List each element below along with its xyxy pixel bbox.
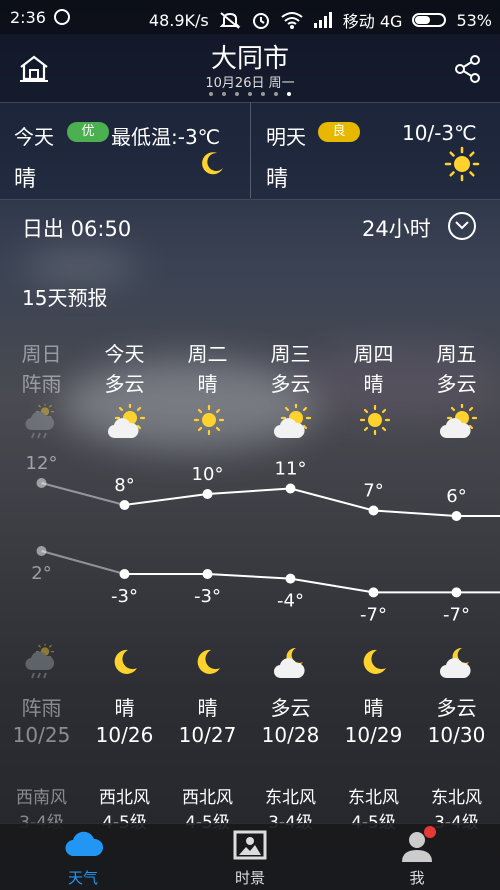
wind-direction: 东北风 — [431, 788, 482, 808]
tab-bar: 天气 时景 我 — [0, 823, 500, 890]
hourly-toggle-label[interactable]: 24小时 — [362, 213, 431, 243]
night-condition: 晴 — [363, 696, 384, 720]
header: 大同市 10月26日 周一 — [0, 34, 500, 102]
tomorrow-aqi-badge: 良 — [318, 122, 360, 142]
day-name: 周二 — [187, 342, 228, 366]
moon-icon — [189, 644, 227, 682]
today-label: 今天 — [14, 125, 54, 149]
forecast-date: 10/29 — [344, 723, 403, 747]
page-dot — [261, 92, 265, 96]
forecast-day-column[interactable]: 周三多云多云10/28东北风3-4级 — [249, 318, 332, 833]
page-dot — [274, 92, 278, 96]
day-condition: 多云 — [270, 372, 311, 396]
forecast-title: 15天预报 — [22, 286, 108, 310]
tab-weather-label: 天气 — [67, 869, 98, 887]
date-label: 10月26日 周一 — [205, 76, 295, 91]
forecast-day-column[interactable]: 周五多云多云10/30东北风3-4级 — [415, 318, 498, 833]
moon-icon — [106, 644, 144, 682]
picture-icon — [233, 830, 267, 860]
rain-icon — [23, 404, 61, 442]
forecast-date: 10/30 — [427, 723, 486, 747]
night-condition: 多云 — [270, 696, 311, 720]
carrier-label: 移动 4G — [342, 12, 403, 31]
day-name: 周四 — [353, 342, 394, 366]
wind-direction: 东北风 — [348, 788, 399, 808]
page-dot — [222, 92, 226, 96]
share-icon[interactable] — [454, 54, 482, 84]
forecast-date: 10/26 — [95, 723, 154, 747]
mute-icon — [219, 12, 241, 29]
chevron-down-icon[interactable] — [448, 212, 476, 240]
alarm-icon — [252, 13, 269, 29]
status-bar: 2:36 48.9K/s 移动 4G 53% — [0, 0, 500, 34]
forecast-date: 10/27 — [178, 723, 237, 747]
tomorrow-label: 明天 — [266, 125, 306, 149]
battery-level — [415, 16, 431, 24]
day-name: 周日 — [21, 342, 62, 366]
battery-percent: 53% — [456, 10, 492, 30]
sun-icon — [189, 404, 227, 442]
page-dot — [287, 92, 291, 96]
forecast-date: 10/28 — [261, 723, 320, 747]
cloud-sun-icon — [272, 404, 312, 442]
cloud-sun-icon — [438, 404, 478, 442]
tomorrow-temp: 10/-3℃ — [402, 121, 477, 145]
tomorrow-condition: 晴 — [266, 167, 289, 192]
wind-direction: 西北风 — [182, 788, 233, 808]
status-time: 2:36 — [10, 8, 46, 27]
day-condition: 多云 — [436, 372, 477, 396]
rain-icon — [23, 644, 61, 682]
city-title: 大同市 — [210, 44, 289, 74]
cloud-moon-icon — [272, 644, 310, 682]
moon-icon — [355, 644, 393, 682]
cloud-moon-icon — [438, 644, 476, 682]
sunrise-time: 日出 06:50 — [22, 217, 132, 241]
forecast-day-column[interactable]: 周二晴晴10/27西北风4-5级 — [166, 318, 249, 833]
status-right: 48.9K/s 移动 4G 53% — [149, 8, 492, 32]
tab-me-label: 我 — [409, 869, 425, 887]
day-condition: 晴 — [363, 372, 384, 396]
signal-icon — [313, 12, 332, 28]
tab-me[interactable]: 我 — [334, 824, 500, 890]
day-condition: 阵雨 — [21, 372, 62, 396]
sun-icon — [444, 146, 480, 182]
day-condition: 晴 — [197, 372, 218, 396]
battery-icon — [412, 13, 447, 27]
forecast-day-column[interactable]: 周日阵雨阵雨10/25西南风3-4级 — [0, 318, 83, 833]
cloud-icon — [65, 831, 104, 857]
forecast-day-column[interactable]: 周四晴晴10/29东北风4-5级 — [332, 318, 415, 833]
night-condition: 阵雨 — [21, 696, 62, 720]
wifi-icon — [281, 12, 303, 29]
day-condition: 多云 — [104, 372, 145, 396]
page-dot — [235, 92, 239, 96]
wind-direction: 西北风 — [99, 788, 150, 808]
forecast-day-column[interactable]: 今天多云晴10/26西北风4-5级 — [83, 318, 166, 833]
moon-icon — [202, 152, 223, 175]
day-name: 周五 — [436, 342, 477, 366]
tab-scenes-label: 时景 — [234, 869, 265, 887]
night-condition: 晴 — [114, 696, 135, 720]
tab-scenes[interactable]: 时景 — [167, 824, 333, 890]
page-dot — [209, 92, 213, 96]
today-card[interactable]: 今天 优 最低温:-3℃ 晴 — [0, 102, 250, 200]
today-condition: 晴 — [14, 167, 37, 192]
sun-icon — [355, 404, 393, 442]
page-dot — [248, 92, 252, 96]
tab-weather[interactable]: 天气 — [0, 824, 166, 890]
forecast-date: 10/25 — [12, 723, 71, 747]
today-aqi-badge: 优 — [67, 122, 109, 142]
night-condition: 晴 — [197, 696, 218, 720]
page-indicator — [0, 92, 500, 96]
wind-direction: 西南风 — [16, 788, 67, 808]
background-blur — [20, 250, 140, 280]
today-temp: 最低温:-3℃ — [111, 125, 221, 149]
day-name: 今天 — [104, 342, 145, 366]
night-condition: 多云 — [436, 696, 477, 720]
notification-badge — [424, 826, 436, 838]
day-name: 周三 — [270, 342, 311, 366]
cloud-sun-icon — [106, 404, 146, 442]
network-speed: 48.9K/s — [148, 10, 209, 30]
wind-direction: 东北风 — [265, 788, 316, 808]
notification-icon — [54, 9, 70, 25]
